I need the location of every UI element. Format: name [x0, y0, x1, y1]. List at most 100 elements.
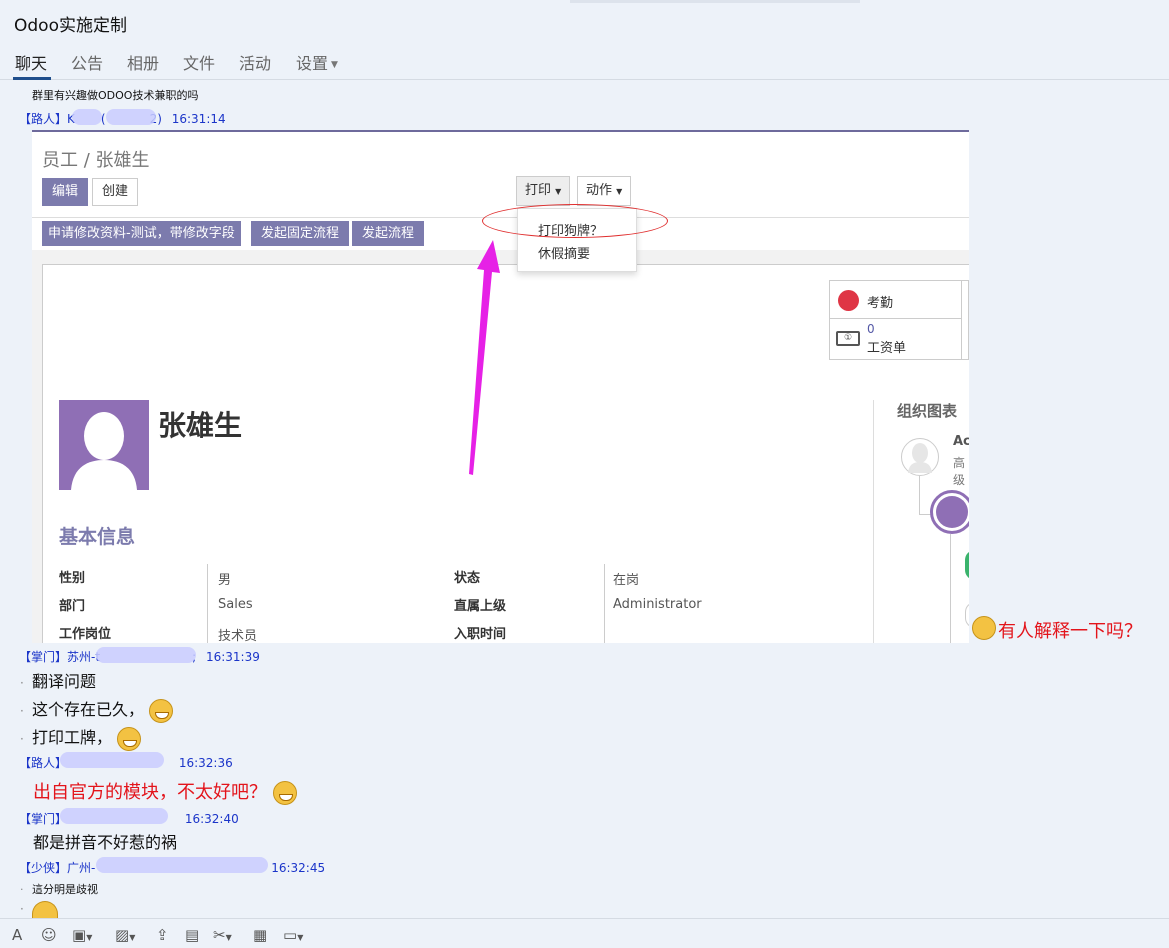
- field-label: 状态: [454, 571, 481, 586]
- edit-button[interactable]: 编辑: [42, 178, 89, 206]
- field-label: 入职时间: [454, 627, 507, 642]
- column-divider: [604, 564, 605, 643]
- message-time: 16:31:39: [205, 650, 260, 664]
- tab-settings-label: 设置: [296, 54, 329, 73]
- action-label: 动作: [586, 183, 613, 198]
- bullet-icon: ·: [20, 676, 24, 690]
- column-divider: [873, 400, 874, 643]
- message-text: 打印工牌，: [32, 728, 113, 747]
- gift-card-icon[interactable]: ▣▼: [72, 926, 92, 944]
- message-text: 出自官方的模块，不太好吧？: [33, 778, 297, 805]
- org-current-avatar[interactable]: [930, 490, 969, 534]
- field-label: 工作岗位: [59, 627, 112, 642]
- message-time: 16:32:40: [184, 812, 239, 826]
- shared-screenshot[interactable]: 员工 / 张雄生 编辑 创建 打印 ▼ 动作 ▼ 申请修改资料-测试，带修改字段…: [32, 130, 969, 643]
- workflow-button[interactable]: 申请修改资料-测试，带修改字段: [42, 221, 241, 246]
- tab-settings[interactable]: 设置 ▼: [296, 50, 338, 74]
- gift-icon[interactable]: ▤: [185, 926, 199, 944]
- redaction-blur: [72, 109, 102, 125]
- message-line: · 打印工牌，: [20, 724, 142, 751]
- field-value-status[interactable]: 在岗: [613, 569, 639, 588]
- field-label: 性别: [59, 571, 86, 586]
- redaction-blur: [106, 109, 156, 125]
- field-value-manager[interactable]: Administrator: [613, 597, 702, 612]
- tab-files[interactable]: 文件: [183, 50, 215, 74]
- org-manager-name: Ac: [953, 434, 969, 449]
- workflow-button[interactable]: 发起固定流程: [251, 221, 350, 246]
- field-value-gender[interactable]: 男: [218, 569, 231, 588]
- person-silhouette-icon: [936, 496, 968, 528]
- chevron-down-icon: ▼: [555, 187, 562, 196]
- chevron-down-icon: ▼: [616, 187, 623, 196]
- thinking-emoji-icon: [972, 616, 996, 640]
- image-icon[interactable]: ▨▼: [115, 926, 135, 944]
- message-text: 群里有兴趣做ODOO技术兼职的吗: [32, 89, 199, 102]
- org-chart-title: 组织图表: [897, 402, 958, 420]
- field-value-department[interactable]: Sales: [218, 597, 253, 612]
- redaction-blur: [96, 647, 196, 663]
- org-manager-title: 高级: [953, 456, 966, 487]
- chevron-down-icon: ▼: [86, 933, 93, 942]
- action-dropdown[interactable]: 动作 ▼: [577, 176, 632, 206]
- attendance-status-icon: [838, 290, 859, 311]
- payslip-count: 0: [867, 322, 875, 336]
- message-line: · 这个存在已久，: [20, 696, 174, 723]
- tab-chat[interactable]: 聊天: [15, 50, 47, 74]
- message-text-content: 出自官方的模块，不太好吧？: [33, 782, 267, 803]
- message-time: 16:31:14: [171, 112, 226, 126]
- top-edge-strip: [570, 0, 860, 3]
- create-button[interactable]: 创建: [92, 178, 139, 206]
- message-time: 16:32:45: [271, 861, 326, 875]
- sender-rank: 【路人】: [19, 112, 68, 126]
- message-text: 这个存在已久，: [32, 700, 145, 719]
- group-title: Odoo实施定制: [14, 16, 127, 36]
- input-toolbar: A ☺ ▣▼ ▨▼ ⇪ ▤ ✂▼ ▦ ▭▼: [0, 918, 1169, 948]
- bullet-icon: ·: [20, 732, 24, 746]
- redaction-blur: [60, 752, 164, 768]
- upload-icon[interactable]: ⇪: [156, 926, 169, 944]
- tab-bar: 聊天 公告 相册 文件 活动 设置 ▼: [0, 46, 1169, 80]
- message-text: 這分明是歧视: [32, 883, 98, 896]
- attendance-stat-button[interactable]: 考勤: [830, 281, 962, 319]
- bullet-icon: ·: [20, 883, 24, 896]
- person-silhouette-icon: [71, 412, 137, 490]
- print-menu-item[interactable]: 休假摘要: [538, 243, 590, 262]
- sender-rank: 【掌门】: [19, 650, 68, 664]
- scissors-icon[interactable]: ✂▼: [213, 926, 232, 944]
- emoji-icon[interactable]: ☺: [41, 926, 57, 944]
- payslip-stat-button[interactable]: ① 0 工资单: [830, 319, 962, 359]
- stat-buttons: 考勤 ① 0 工资单: [829, 280, 969, 360]
- org-connector: [919, 476, 920, 514]
- avatar[interactable]: [59, 400, 149, 490]
- font-icon[interactable]: A: [12, 926, 22, 944]
- smirk-emoji-icon: [272, 781, 297, 805]
- section-title: 基本信息: [59, 526, 136, 548]
- chevron-down-icon: ▼: [331, 60, 338, 70]
- chevron-down-icon: ▼: [129, 933, 136, 942]
- message-time: 16:32:36: [178, 756, 233, 770]
- employee-name: 张雄生: [158, 409, 243, 442]
- message-line: · 翻译问题: [20, 668, 96, 692]
- chat-history-icon[interactable]: ▭▼: [283, 926, 303, 944]
- print-label: 打印: [525, 183, 552, 198]
- redaction-blur: [60, 808, 168, 824]
- org-connector: [950, 534, 951, 643]
- money-icon: ①: [836, 331, 860, 346]
- bullet-icon: ·: [20, 704, 24, 718]
- field-label: 直属上级: [454, 599, 507, 614]
- record-icon[interactable]: ▦: [253, 926, 267, 944]
- message-text: 都是拼音不好惹的祸: [33, 833, 178, 852]
- chevron-down-icon: ▼: [297, 933, 304, 942]
- message-line: · 這分明是歧视: [20, 881, 98, 897]
- field-value-job[interactable]: 技术员: [218, 625, 257, 643]
- print-dropdown[interactable]: 打印 ▼: [516, 176, 571, 206]
- grin-emoji-icon: [149, 698, 174, 723]
- workflow-button[interactable]: 发起流程: [352, 221, 425, 246]
- redaction-blur: [96, 857, 268, 873]
- annotation-text: 有人解释一下吗？: [998, 621, 1142, 642]
- tab-announcements[interactable]: 公告: [71, 50, 103, 74]
- tab-album[interactable]: 相册: [127, 50, 159, 74]
- org-manager-avatar[interactable]: [901, 438, 939, 476]
- breadcrumb: 员工 / 张雄生: [42, 150, 150, 171]
- tab-activity[interactable]: 活动: [239, 50, 271, 74]
